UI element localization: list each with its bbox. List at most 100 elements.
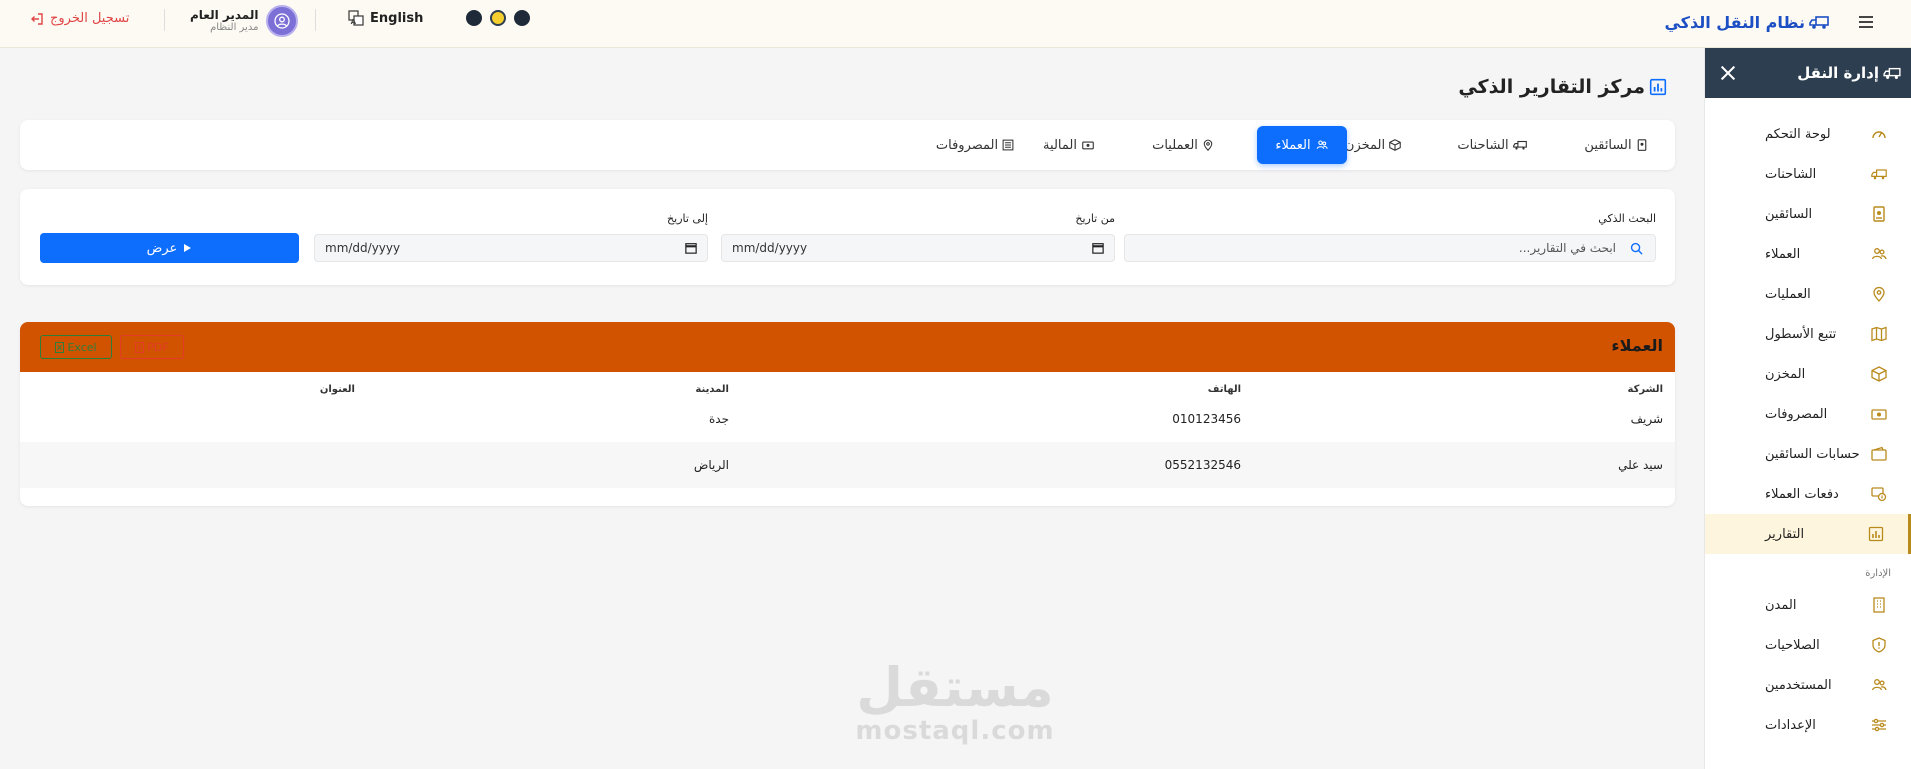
- payment-icon: [1871, 487, 1887, 502]
- cell-city: جدة: [708, 412, 729, 426]
- tab-finance[interactable]: المالية: [1023, 126, 1115, 164]
- show-button[interactable]: عرض: [40, 233, 299, 263]
- sliders-icon: [1872, 718, 1886, 732]
- sidebar-item-label: لوحة التحكم: [1765, 126, 1831, 142]
- tab-label: العمليات: [1152, 137, 1198, 153]
- from-date-label: من تاريخ: [1075, 212, 1115, 225]
- sidebar-admin-nav: المدن الصلاحيات المستخدمين الإعدادات: [1705, 585, 1911, 745]
- export-excel-button[interactable]: Excel: [40, 335, 112, 359]
- truck-icon: [1871, 169, 1887, 180]
- sidebar-item-client-payments[interactable]: دفعات العملاء: [1705, 474, 1911, 514]
- close-icon[interactable]: [1717, 62, 1739, 84]
- users-icon: [1316, 140, 1328, 149]
- tab-drivers[interactable]: السائقين: [1565, 126, 1667, 164]
- theme-dot-dark-b[interactable]: [466, 10, 482, 26]
- file-excel-icon: [55, 341, 65, 353]
- list-icon: [1002, 139, 1014, 151]
- export-pdf-button[interactable]: PDF: [120, 335, 184, 359]
- tab-trucks[interactable]: الشاحنات: [1441, 126, 1543, 164]
- sidebar-item-trucks[interactable]: الشاحنات: [1705, 154, 1911, 194]
- sidebar-item-dashboard[interactable]: لوحة التحكم: [1705, 114, 1911, 154]
- sidebar-header: إدارة النقل: [1705, 48, 1911, 98]
- search-icon: [1630, 242, 1643, 255]
- sidebar-item-warehouse[interactable]: المخزن: [1705, 354, 1911, 394]
- tab-operations[interactable]: العمليات: [1131, 126, 1235, 164]
- column-header: العنوان: [319, 384, 355, 395]
- map-icon: [1871, 326, 1887, 342]
- building-icon: [1873, 597, 1885, 613]
- sidebar-item-label: السائقين: [1765, 206, 1813, 222]
- sidebar-section-label: الإدارة: [1865, 568, 1891, 579]
- report-table-card: العملاء Excel PDF الشركة الهاتف المدينة …: [20, 322, 1675, 506]
- export-excel-label: Excel: [67, 340, 97, 354]
- menu-toggle-icon[interactable]: [1853, 10, 1877, 34]
- wallet-icon: [1871, 446, 1887, 461]
- logout-label: تسجيل الخروج: [50, 11, 130, 26]
- id-badge-icon: [1873, 206, 1885, 222]
- divider: [315, 9, 316, 31]
- calendar-icon[interactable]: [1092, 242, 1104, 254]
- sidebar-item-operations[interactable]: العمليات: [1705, 274, 1911, 314]
- language-label: English: [370, 10, 424, 26]
- to-date-field[interactable]: mm/dd/yyyy: [314, 234, 708, 262]
- show-button-label: عرض: [146, 240, 178, 256]
- divider: [164, 9, 165, 31]
- app-brand[interactable]: نظام النقل الذكي: [1664, 10, 1829, 34]
- box-icon: [1871, 366, 1887, 382]
- cell-company: سيد علي: [1618, 458, 1663, 472]
- logout-button[interactable]: تسجيل الخروج: [30, 11, 129, 26]
- file-pdf-icon: [135, 341, 145, 353]
- search-input[interactable]: ابحث في التقارير...: [1124, 234, 1656, 262]
- sidebar-item-label: التقارير: [1765, 526, 1805, 542]
- sidebar-item-cities[interactable]: المدن: [1705, 585, 1911, 625]
- cell-company: شريف: [1630, 412, 1663, 426]
- sidebar-item-clients[interactable]: العملاء: [1705, 234, 1911, 274]
- sidebar-item-settings[interactable]: الإعدادات: [1705, 705, 1911, 745]
- sidebar-item-permissions[interactable]: الصلاحيات: [1705, 625, 1911, 665]
- watermark-url: mostaql.com: [855, 716, 1055, 746]
- sidebar-item-label: تتبع الأسطول: [1765, 326, 1837, 342]
- map-pin-icon: [1873, 286, 1885, 302]
- money-icon: [1871, 409, 1887, 420]
- tab-expenses[interactable]: المصروفات: [921, 126, 1029, 164]
- tab-label: المالية: [1043, 137, 1077, 153]
- user-role: مدير النظام: [210, 22, 259, 34]
- language-switch[interactable]: English A: [348, 10, 423, 26]
- gauge-icon: [1872, 131, 1886, 139]
- theme-dot-yellow[interactable]: [490, 10, 506, 26]
- export-pdf-label: PDF: [147, 340, 169, 354]
- sidebar-item-drivers[interactable]: السائقين: [1705, 194, 1911, 234]
- user-info: المدير العام مدير النظام: [190, 8, 258, 34]
- report-tabs: السائقين الشاحنات المخزن العملاء العمليا…: [20, 120, 1675, 170]
- column-header: الهاتف: [1207, 384, 1241, 395]
- theme-dot-dark-a[interactable]: [514, 10, 530, 26]
- report-title: العملاء: [1611, 336, 1663, 355]
- sidebar-title-wrap: إدارة النقل: [1797, 64, 1901, 82]
- from-date-field[interactable]: mm/dd/yyyy: [721, 234, 1115, 262]
- avatar: [266, 5, 299, 37]
- sidebar-item-reports[interactable]: التقارير: [1705, 514, 1911, 554]
- tab-clients[interactable]: العملاء: [1257, 126, 1347, 164]
- sidebar-item-label: المستخدمين: [1765, 677, 1832, 693]
- sidebar-item-label: العملاء: [1765, 246, 1801, 262]
- sidebar-item-users[interactable]: المستخدمين: [1705, 665, 1911, 705]
- sidebar-item-label: الشاحنات: [1765, 166, 1817, 182]
- chart-icon: [1649, 78, 1667, 96]
- sidebar-item-fleet-tracking[interactable]: تتبع الأسطول: [1705, 314, 1911, 354]
- sidebar-item-expenses[interactable]: المصروفات: [1705, 394, 1911, 434]
- calendar-icon[interactable]: [685, 242, 697, 254]
- sidebar-title: إدارة النقل: [1797, 64, 1879, 82]
- sidebar-item-label: المصروفات: [1765, 406, 1828, 422]
- users-icon: [1871, 679, 1887, 691]
- sidebar-item-label: دفعات العملاء: [1765, 486, 1839, 502]
- top-bar: نظام النقل الذكي English A المدير العام …: [0, 0, 1911, 48]
- cell-phone: 0552132546: [1164, 458, 1241, 472]
- cell-phone: 010123456: [1172, 412, 1241, 426]
- sidebar-item-label: حسابات السائقين: [1765, 446, 1860, 462]
- play-icon: [184, 244, 192, 252]
- user-menu[interactable]: المدير العام مدير النظام: [190, 5, 299, 37]
- theme-switcher: [466, 10, 530, 26]
- sidebar-item-driver-accounts[interactable]: حسابات السائقين: [1705, 434, 1911, 474]
- sidebar-item-label: الصلاحيات: [1765, 637, 1820, 653]
- truck-icon: [1809, 16, 1829, 29]
